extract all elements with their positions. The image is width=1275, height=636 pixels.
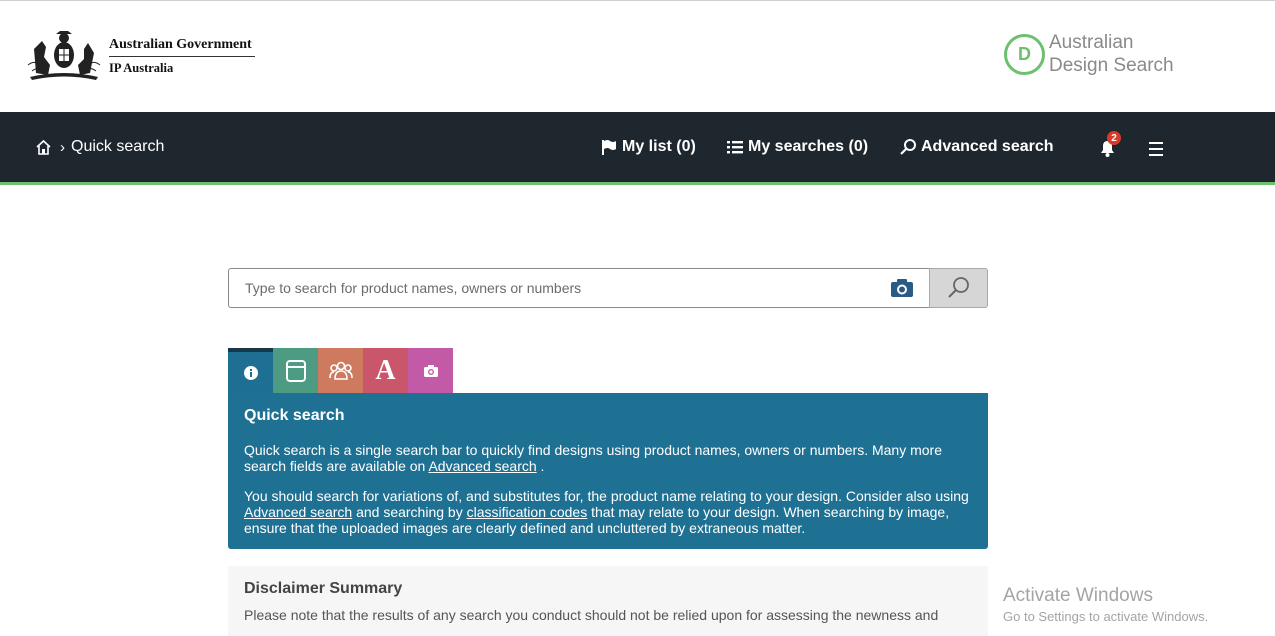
agency-name: IP Australia bbox=[109, 60, 174, 75]
home-icon[interactable] bbox=[35, 139, 52, 156]
watermark-title: Activate Windows bbox=[1003, 585, 1153, 606]
disclaimer-text: Please note that the results of any sear… bbox=[244, 607, 939, 623]
menu-line bbox=[1149, 148, 1163, 150]
quick-search-info-panel: Quick search Quick search is a single se… bbox=[228, 393, 988, 549]
people-icon bbox=[328, 361, 353, 380]
site-header: Australian Government IP Australia D Aus… bbox=[0, 1, 1275, 112]
advanced-search-link[interactable]: Advanced search bbox=[900, 138, 1054, 156]
search-submit-button[interactable] bbox=[929, 268, 988, 308]
text-tab[interactable]: A bbox=[363, 348, 408, 393]
search-help-tabs: A bbox=[228, 348, 453, 393]
activate-windows-watermark: Activate Windows Go to Settings to activ… bbox=[1003, 585, 1208, 624]
product-tab[interactable] bbox=[273, 348, 318, 393]
image-tab[interactable] bbox=[408, 348, 453, 393]
camera-icon bbox=[423, 364, 438, 377]
breadcrumb-separator: › bbox=[60, 138, 65, 156]
menu-button[interactable] bbox=[1149, 142, 1163, 160]
watermark-subtitle: Go to Settings to activate Windows. bbox=[1003, 609, 1209, 624]
app-name-line1: Australian bbox=[1049, 32, 1134, 53]
image-search-camera-icon[interactable] bbox=[890, 277, 914, 299]
info-icon bbox=[243, 365, 258, 380]
disclaimer-summary: Disclaimer Summary Please note that the … bbox=[228, 566, 988, 636]
app-logo-badge: D bbox=[1004, 33, 1045, 75]
flag-icon bbox=[602, 140, 616, 155]
search-icon bbox=[947, 277, 969, 298]
info-panel-title: Quick search bbox=[244, 407, 345, 424]
my-list-link[interactable]: My list (0) bbox=[601, 138, 696, 156]
app-name: Australian Design Search bbox=[1049, 31, 1174, 77]
info-text: Quick search is a single search bar to q… bbox=[244, 442, 942, 474]
list-icon bbox=[727, 141, 743, 154]
app-name-line2: Design Search bbox=[1049, 55, 1174, 76]
disclaimer-title: Disclaimer Summary bbox=[244, 580, 403, 597]
notifications-badge: 2 bbox=[1107, 131, 1121, 145]
breadcrumb: › Quick search bbox=[35, 138, 164, 156]
advanced-search-inline-link[interactable]: Advanced search bbox=[244, 504, 352, 520]
main-navbar: › Quick search My list (0) My searches (… bbox=[0, 112, 1275, 185]
advanced-search-inline-link[interactable]: Advanced search bbox=[428, 458, 536, 474]
search-icon bbox=[900, 139, 916, 155]
info-tab[interactable] bbox=[228, 348, 273, 393]
quick-search-bar bbox=[228, 268, 988, 308]
menu-line bbox=[1149, 142, 1163, 144]
my-list-label: My list (0) bbox=[622, 138, 696, 155]
info-text: . bbox=[540, 458, 545, 474]
search-input[interactable] bbox=[228, 268, 929, 308]
my-searches-link[interactable]: My searches (0) bbox=[727, 138, 868, 156]
app-logo[interactable]: D Australian Design Search bbox=[1004, 31, 1174, 77]
breadcrumb-current: Quick search bbox=[71, 138, 165, 155]
product-icon bbox=[285, 359, 306, 382]
info-paragraph-1: Quick search is a single search bar to q… bbox=[244, 442, 972, 474]
government-name: Australian Government bbox=[109, 37, 255, 57]
government-text: Australian Government IP Australia bbox=[109, 37, 255, 76]
menu-line bbox=[1149, 154, 1163, 156]
owners-tab[interactable] bbox=[318, 348, 363, 393]
advanced-search-label: Advanced search bbox=[921, 138, 1054, 155]
classification-codes-link[interactable]: classification codes bbox=[467, 504, 588, 520]
government-logo[interactable]: Australian Government IP Australia bbox=[26, 29, 255, 83]
coat-of-arms-icon bbox=[27, 31, 101, 80]
info-text: and searching by bbox=[356, 504, 463, 520]
info-text: You should search for variations of, and… bbox=[244, 488, 969, 504]
my-searches-label: My searches (0) bbox=[748, 138, 869, 155]
info-paragraph-2: You should search for variations of, and… bbox=[244, 488, 972, 536]
